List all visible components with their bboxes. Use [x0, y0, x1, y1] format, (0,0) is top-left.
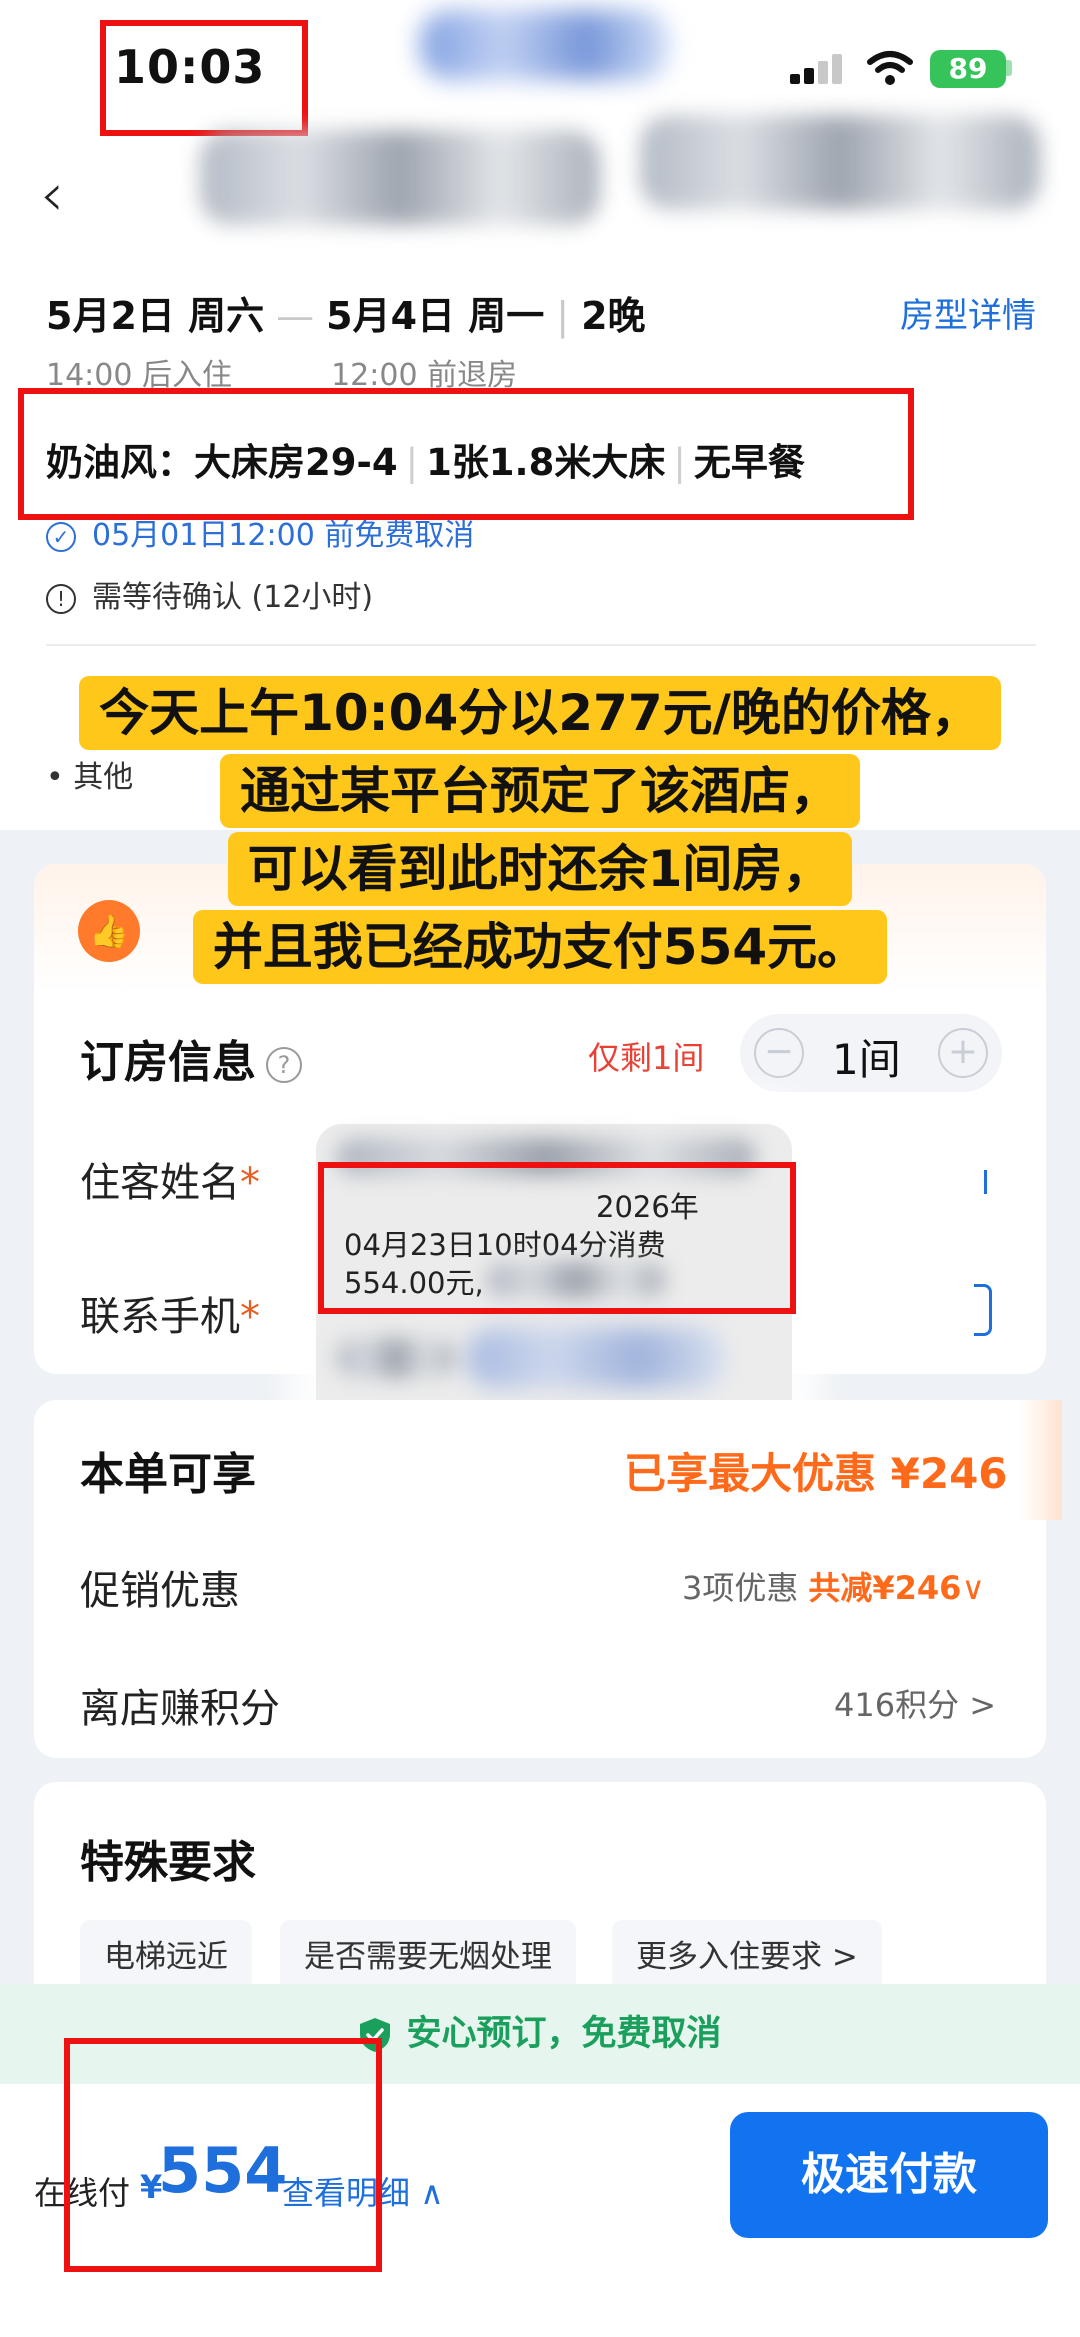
promo-total: 共减¥246: [808, 1569, 962, 1607]
points-value[interactable]: 416积分 >: [834, 1680, 996, 1726]
request-chip[interactable]: 是否需要无烟处理: [280, 1920, 576, 1994]
room-details-link[interactable]: 房型详情: [900, 288, 1036, 337]
room-quantity-stepper: − 1间 +: [740, 1014, 1002, 1092]
room-type-line: 奶油风：大床房29-4 | 1张1.8米大床 | 无早餐: [46, 432, 805, 486]
bed-type: 1张1.8米大床: [426, 441, 666, 484]
pay-button[interactable]: 极速付款: [730, 2112, 1048, 2238]
highlight-box-price: [64, 2038, 382, 2272]
required-mark: *: [240, 1294, 260, 1340]
max-discount: 已享最大优惠 ¥246: [624, 1449, 1008, 1498]
annotation-overlay: 今天上午10:04分以277元/晚的价格， 通过某平台预定了该酒店， 可以看到此…: [0, 672, 1080, 984]
phone-label-text: 联系手机: [80, 1294, 240, 1340]
annotation-line: 并且我已经成功支付554元。: [192, 910, 888, 984]
promo-count: 3项优惠: [682, 1569, 799, 1607]
info-icon: !: [46, 583, 76, 614]
redacted-sms-footer: [466, 1328, 726, 1388]
booking-title: 订房信息?: [80, 1026, 302, 1090]
room-quantity-value: 1间: [832, 1035, 901, 1084]
room-separator: |: [673, 441, 686, 484]
annotation-line: 今天上午10:04分以277元/晚的价格，: [79, 676, 1001, 750]
status-time: 10:03: [114, 40, 266, 94]
increment-button[interactable]: +: [938, 1028, 988, 1078]
promo-label: 促销优惠: [80, 1568, 240, 1614]
contacts-icon[interactable]: [974, 1284, 992, 1336]
promo-summary[interactable]: 3项优惠 共减¥246∨: [682, 1563, 985, 1609]
battery-indicator: 89: [930, 50, 1006, 88]
stay-dates: 5月2日 周六 —5月4日 周一 | 2晚: [46, 285, 646, 340]
redacted-sms-footer-2: [336, 1338, 456, 1378]
redacted-hotel-name: [200, 130, 600, 225]
points-label: 离店赚积分: [80, 1686, 280, 1732]
chevron-up-icon: ∧: [420, 2174, 444, 2212]
safe-booking-text: 安心预订，免费取消: [406, 2014, 722, 2054]
check-out-date: 5月4日 周一: [326, 294, 545, 338]
battery-cap: [1006, 60, 1012, 76]
nights-count: 2晚: [581, 294, 646, 338]
redacted-scribble: [420, 10, 670, 80]
special-title: 特殊要求: [80, 1837, 256, 1888]
booking-title-text: 订房信息: [80, 1037, 256, 1088]
check-in-date: 5月2日 周六: [46, 294, 265, 338]
wifi-icon: [867, 51, 913, 85]
add-guest-icon[interactable]: [984, 1170, 992, 1194]
date-separator: —: [276, 294, 315, 338]
annotation-line: 通过某平台预定了该酒店，: [220, 754, 860, 828]
chevron-down-icon: ∨: [961, 1569, 985, 1607]
benefits-title: 本单可享: [80, 1449, 256, 1500]
benefits-header-bg: [1020, 1400, 1062, 1520]
phone-label: 联系手机*: [80, 1284, 260, 1342]
confirm-note: ! 需等待确认 (12小时): [46, 572, 373, 616]
request-chip-more[interactable]: 更多入住要求 >: [612, 1920, 882, 1994]
nights-separator: |: [556, 294, 570, 338]
redacted-hotel-name-2: [640, 115, 1040, 210]
guest-name-label: 住客姓名*: [80, 1150, 260, 1208]
breakfast: 无早餐: [693, 441, 805, 484]
guest-name-label-text: 住客姓名: [80, 1160, 240, 1206]
required-mark: *: [240, 1160, 260, 1206]
back-icon[interactable]: ‹: [40, 160, 64, 230]
room-name: 奶油风：大床房29-4: [46, 441, 398, 484]
room-separator: |: [405, 441, 419, 484]
divider: [46, 644, 1036, 646]
help-icon[interactable]: ?: [266, 1047, 302, 1083]
signal-icon: [790, 54, 846, 84]
check-shield-icon: ✓: [46, 521, 76, 552]
rooms-left-badge: 仅剩1间: [588, 1039, 705, 1077]
annotation-line: 可以看到此时还余1间房，: [227, 832, 853, 906]
confirm-note-text: 需等待确认 (12小时): [92, 580, 374, 615]
highlight-box-sms: [318, 1162, 796, 1314]
decrement-button[interactable]: −: [754, 1028, 804, 1078]
request-chip[interactable]: 电梯远近: [80, 1920, 252, 1994]
cancel-policy-text: 05月01日12:00 前免费取消: [92, 518, 475, 553]
